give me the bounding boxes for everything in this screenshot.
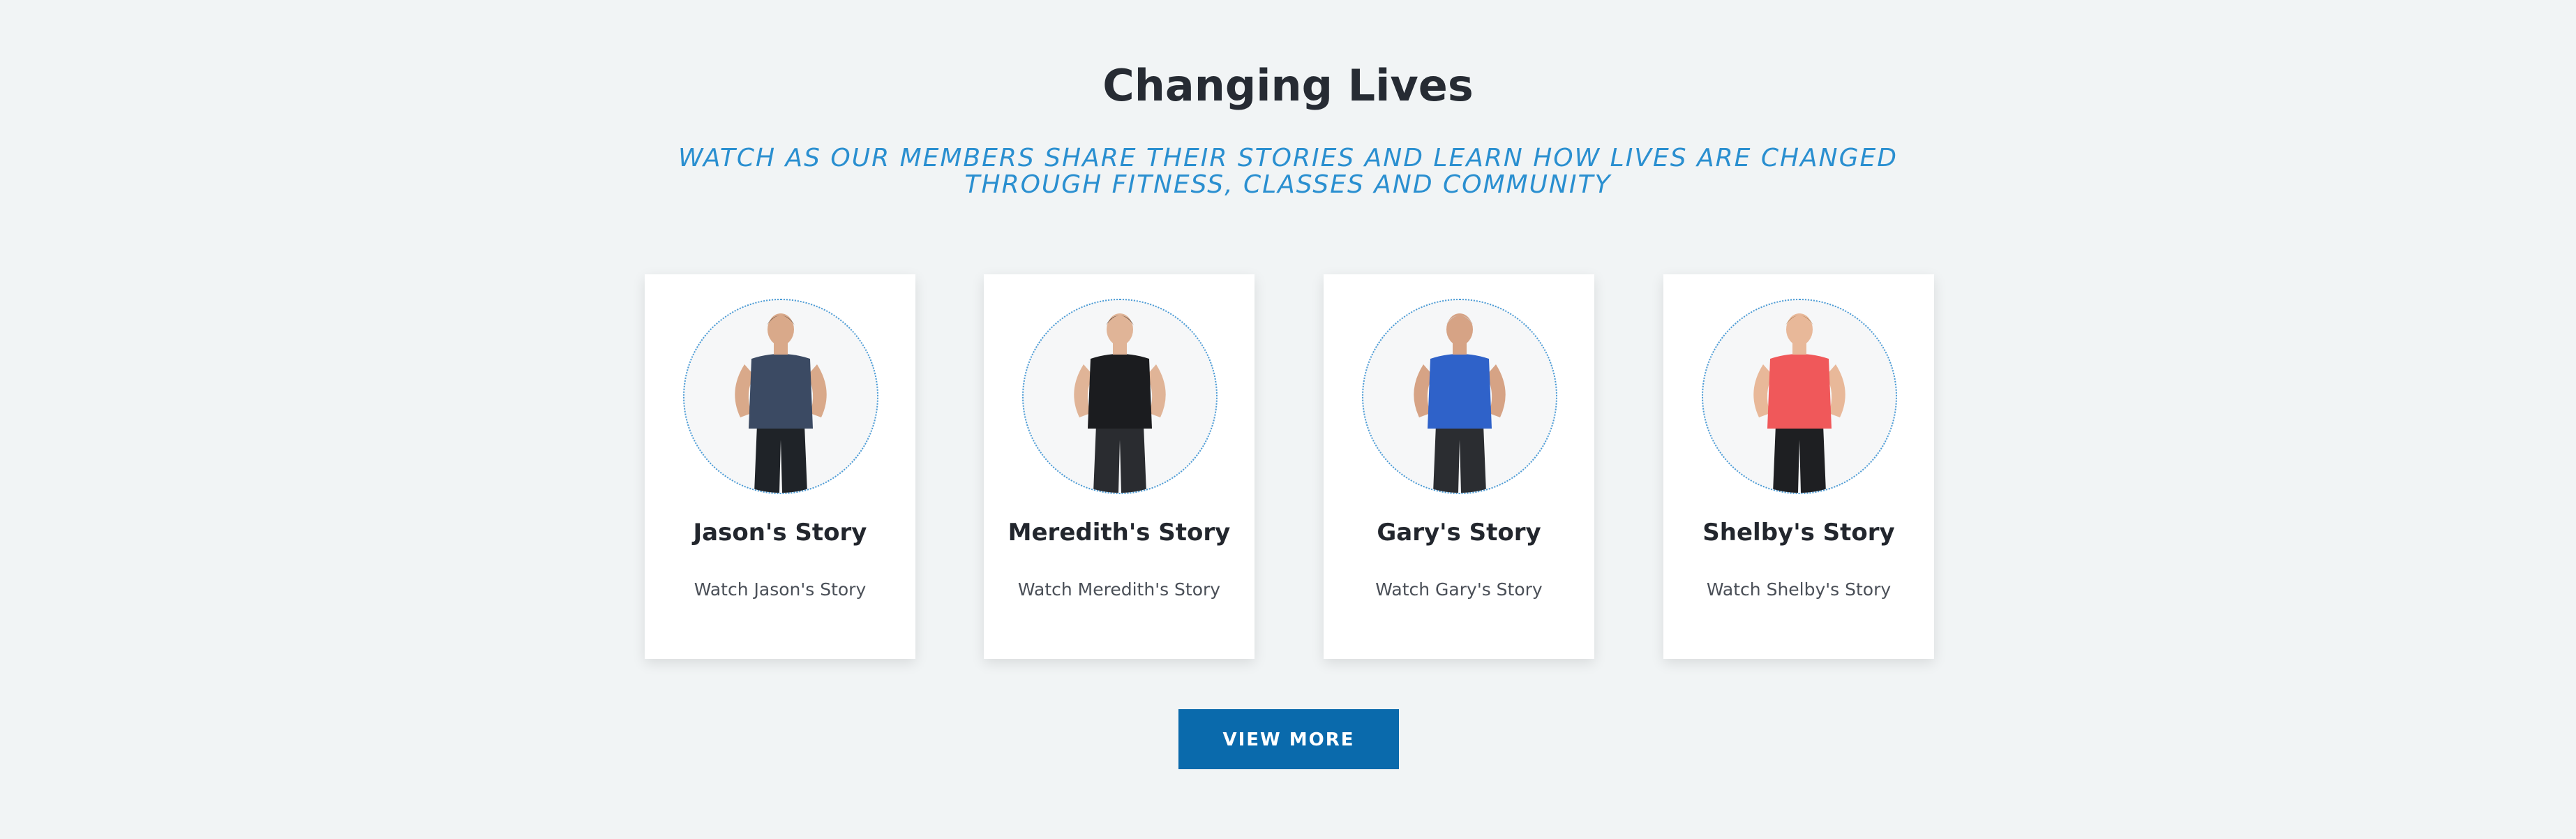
story-card-jason[interactable]: Jason's Story Watch Jason's Story: [645, 274, 915, 659]
section-title: Changing Lives: [1102, 60, 1474, 111]
story-card-shelby[interactable]: Shelby's Story Watch Shelby's Story: [1663, 274, 1934, 659]
section-subtitle: WATCH AS OUR MEMBERS SHARE THEIR STORIES…: [678, 144, 1898, 199]
person-photo-icon: [1702, 299, 1897, 494]
person-photo-icon: [683, 299, 878, 494]
watch-story-link[interactable]: Watch Shelby's Story: [1663, 579, 1934, 600]
story-card-meredith[interactable]: Meredith's Story Watch Meredith's Story: [984, 274, 1255, 659]
person-photo-icon: [1022, 299, 1218, 494]
story-title: Jason's Story: [693, 519, 867, 547]
person-photo-icon: [1362, 299, 1557, 494]
watch-story-link[interactable]: Watch Jason's Story: [645, 579, 915, 600]
changing-lives-section: Changing Lives WATCH AS OUR MEMBERS SHAR…: [0, 0, 2576, 839]
story-title: Gary's Story: [1377, 519, 1541, 547]
story-title: Meredith's Story: [1008, 519, 1231, 547]
watch-story-link[interactable]: Watch Meredith's Story: [984, 579, 1255, 600]
story-title: Shelby's Story: [1702, 519, 1895, 547]
view-more-button[interactable]: VIEW MORE: [1178, 709, 1399, 769]
story-card-gary[interactable]: Gary's Story Watch Gary's Story: [1324, 274, 1594, 659]
watch-story-link[interactable]: Watch Gary's Story: [1324, 579, 1594, 600]
